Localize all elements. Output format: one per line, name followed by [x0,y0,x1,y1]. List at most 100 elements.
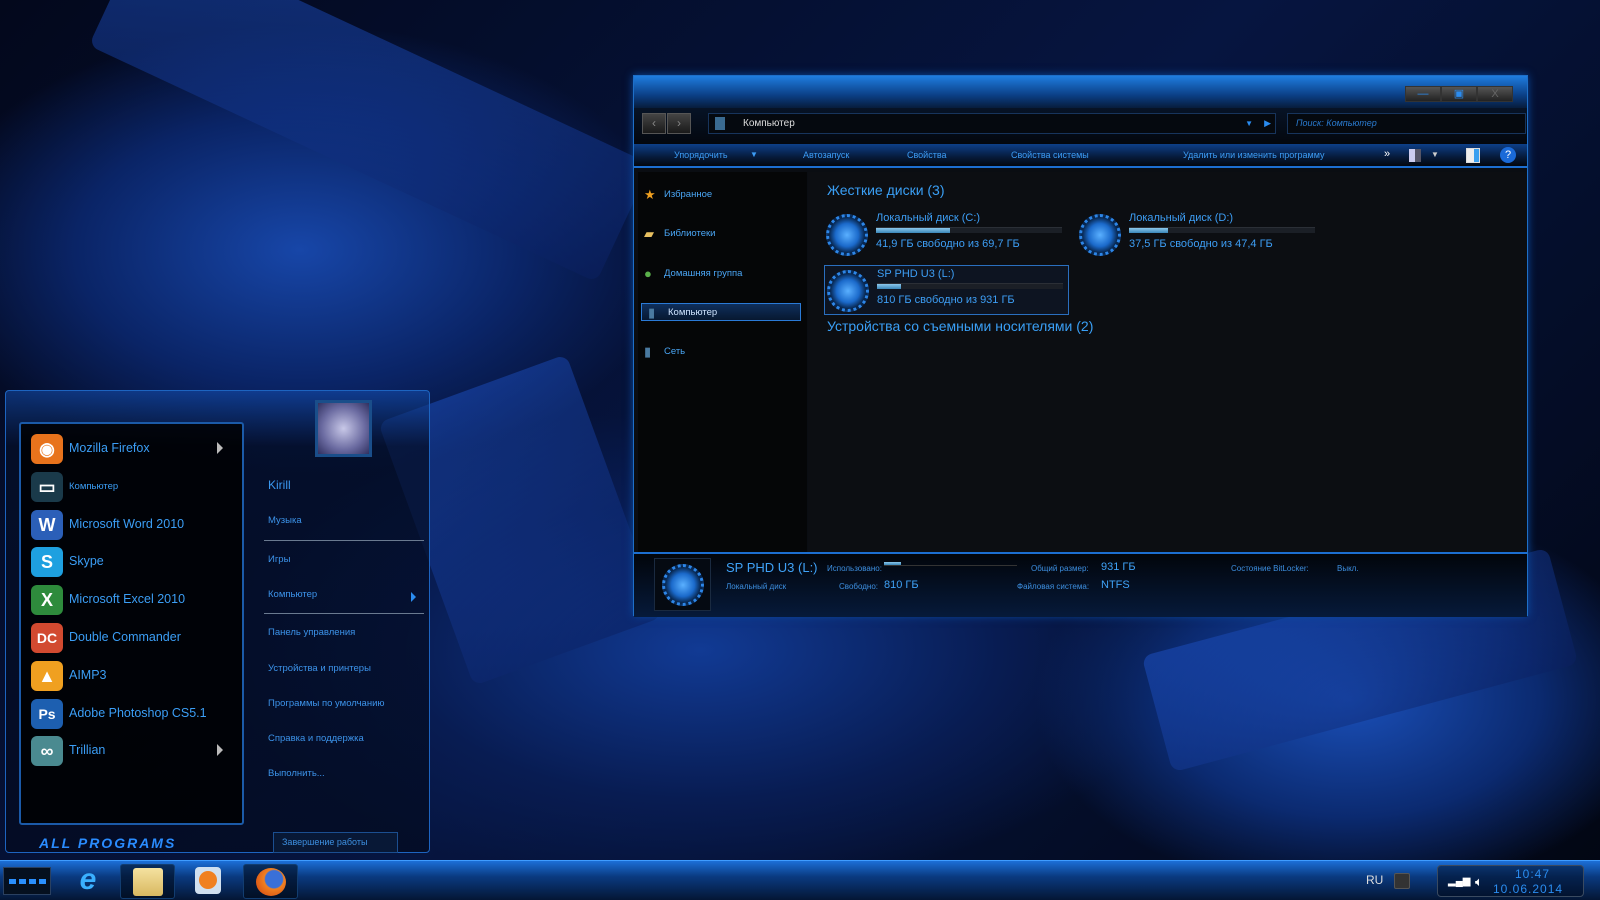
drive-usage-bar [876,227,1062,233]
program-item[interactable]: S Skype [21,544,241,580]
drive-tile[interactable]: Локальный диск (C:) 41,9 ГБ свободно из … [824,210,1069,260]
preview-pane-icon[interactable] [1466,148,1480,163]
search-input[interactable]: Поиск: Компьютер [1287,113,1526,134]
start-link[interactable]: Музыка [268,515,302,526]
network-signal-icon[interactable]: ▂▄▆ [1448,876,1470,887]
used-bar [884,562,1017,566]
media-player-icon[interactable] [195,867,221,894]
show-hidden-icons-button[interactable] [1394,873,1410,889]
taskbar-firefox[interactable] [243,864,298,899]
drive-tile[interactable]: Локальный диск (D:) 37,5 ГБ свободно из … [1077,210,1322,260]
organize-dropdown-icon[interactable]: ▼ [750,150,758,159]
program-icon: W [31,509,63,540]
maximize-button[interactable]: ▣ [1441,86,1477,102]
shutdown-button[interactable]: Завершение работы [273,832,398,853]
system-properties-button[interactable]: Свойства системы [1011,150,1089,160]
program-item[interactable]: ▭ Компьютер [21,469,241,505]
volume-icon[interactable]: 🔈︎ [1475,874,1483,890]
view-dropdown-icon[interactable]: ▼ [1431,150,1439,159]
start-button[interactable] [3,867,51,895]
program-item[interactable]: W Microsoft Word 2010 [21,507,241,543]
free-value: 810 ГБ [884,579,919,591]
homegroup-icon: ● [644,266,652,281]
program-label: Skype [69,554,104,569]
total-label: Общий размер: [1031,564,1089,573]
computer-icon [715,117,725,130]
nav-label: Домашняя группа [664,268,743,279]
user-avatar[interactable] [315,400,372,457]
pinned-programs-list: ◉ Mozilla Firefox ▭ Компьютер W Microsoft … [19,422,244,825]
bitlocker-value: Выкл. [1337,564,1359,573]
start-link[interactable]: Выполнить... [268,768,325,779]
organize-button[interactable]: Упорядочить [674,150,728,160]
program-item[interactable]: Ps Adobe Photoshop CS5.1 [21,696,241,732]
total-value: 931 ГБ [1101,561,1136,573]
start-link[interactable]: Панель управления [268,627,355,638]
all-programs-button[interactable]: ALL PROGRAMS [39,835,176,851]
program-label: Microsoft Excel 2010 [69,592,186,607]
program-label: Microsoft Word 2010 [69,516,185,531]
drive-usage-fill [876,228,951,233]
program-label: Trillian [69,743,106,758]
autoplay-button[interactable]: Автозапуск [803,150,849,160]
filesystem-label: Файловая система: [1017,582,1090,591]
minimize-button[interactable]: — [1405,86,1441,102]
start-link[interactable]: Компьютер [268,589,317,600]
program-item[interactable]: ◉ Mozilla Firefox [21,431,241,467]
nav-item-homegroup[interactable]: ● Домашняя группа [638,265,798,283]
free-label: Свободно: [839,582,878,591]
firefox-icon [256,868,286,896]
star-icon: ★ [644,187,656,202]
nav-label: Сеть [664,346,686,357]
folder-icon: ▰ [644,226,654,241]
view-icon[interactable] [1409,149,1421,162]
nav-item-libraries[interactable]: ▰ Библиотеки [638,225,798,243]
clock-date[interactable]: 10.06.2014 [1493,882,1563,896]
start-menu: ◉ Mozilla Firefox ▭ Компьютер W Microsoft … [5,390,430,853]
drive-usage-bar [1129,227,1315,233]
uninstall-program-button[interactable]: Удалить или изменить программу [1183,150,1324,160]
nav-label: Компьютер [668,307,718,318]
start-link[interactable]: Справка и поддержка [268,733,364,744]
back-button[interactable]: ‹ [642,113,666,134]
used-bar-fill [884,562,902,565]
drive-name: Локальный диск (C:) [876,212,981,224]
start-link[interactable]: Игры [268,554,290,565]
forward-button[interactable]: › [667,113,691,134]
breadcrumb-computer[interactable]: Компьютер [743,118,795,129]
drive-tile[interactable]: SP PHD U3 (L:) 810 ГБ свободно из 931 ГБ [824,265,1069,315]
program-item[interactable]: ▲ AIMP3 [21,658,241,694]
group-hard-drives[interactable]: Жесткие диски (3) [827,182,945,198]
nav-item-network[interactable]: ▮ Сеть [638,343,798,361]
separator [264,540,424,541]
internet-explorer-icon[interactable]: e [70,864,106,898]
start-link[interactable]: Программы по умолчанию [268,698,385,709]
nav-item-favorites[interactable]: ★ Избранное [638,186,798,204]
properties-button[interactable]: Свойства [907,150,947,160]
drive-free-space: 41,9 ГБ свободно из 69,7 ГБ [876,238,1020,250]
taskbar-file-explorer[interactable] [120,864,175,899]
refresh-icon[interactable]: ▶ [1264,114,1271,133]
drive-usage-fill [877,284,902,289]
nav-item-computer[interactable]: ▮ Компьютер [641,303,801,321]
clock-time[interactable]: 10:47 [1515,867,1550,881]
close-button[interactable]: X [1477,86,1513,102]
user-name-link[interactable]: Kirill [268,478,291,492]
title-bar[interactable]: — ▣ X [634,76,1527,108]
nav-label: Библиотеки [664,228,716,239]
submenu-arrow-icon[interactable] [217,442,223,454]
language-indicator[interactable]: RU [1366,873,1383,887]
hard-drive-icon [826,214,868,256]
program-item[interactable]: X Microsoft Excel 2010 [21,582,241,618]
program-icon: X [31,585,63,616]
group-removable-devices[interactable]: Устройства со съемными носителями (2) [827,318,1093,334]
address-bar[interactable]: Компьютер ▼ ▶ [708,113,1276,134]
help-icon[interactable]: ? [1500,147,1516,163]
drive-name: Локальный диск (D:) [1129,212,1234,224]
program-item[interactable]: DC Double Commander [21,620,241,656]
dropdown-arrow-icon[interactable]: ▼ [1245,114,1253,133]
more-commands-button[interactable]: » [1384,148,1390,160]
program-item[interactable]: ∞ Trillian [21,733,241,769]
submenu-arrow-icon[interactable] [217,744,223,757]
start-link[interactable]: Устройства и принтеры [268,663,371,674]
